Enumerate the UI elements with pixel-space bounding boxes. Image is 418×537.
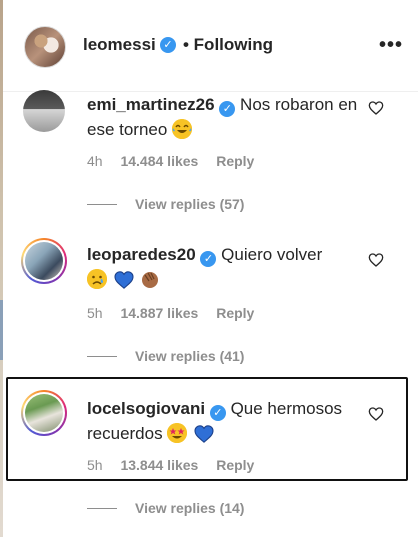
- view-replies[interactable]: View replies (41): [87, 348, 244, 364]
- comment-time: 5h: [87, 457, 103, 473]
- comment-text: locelsogiovani ✓ Que hermosos recuerdos: [87, 396, 357, 446]
- comment-item: leoparedes20 ✓ Quiero volver 5h 14.887 l…: [3, 236, 415, 366]
- comment-likes[interactable]: 14.887 likes: [120, 305, 198, 321]
- view-replies[interactable]: View replies (14): [87, 500, 244, 516]
- comment-username[interactable]: emi_martinez26: [87, 95, 215, 114]
- comment-time: 4h: [87, 153, 103, 169]
- verified-badge-icon: ✓: [209, 405, 226, 421]
- comment-meta: 5h 14.887 likes Reply: [87, 305, 254, 321]
- like-heart-icon[interactable]: [368, 406, 384, 422]
- view-replies[interactable]: View replies (57): [87, 196, 244, 212]
- view-replies-label[interactable]: View replies (57): [135, 196, 244, 212]
- comment-likes[interactable]: 13.844 likes: [120, 457, 198, 473]
- view-replies-label[interactable]: View replies (41): [135, 348, 244, 364]
- comment-text: leoparedes20 ✓ Quiero volver: [87, 242, 387, 292]
- more-options-icon[interactable]: •••: [379, 34, 403, 57]
- comment-likes[interactable]: 14.484 likes: [120, 153, 198, 169]
- sad-face-emoji: [87, 269, 107, 289]
- reply-button[interactable]: Reply: [216, 305, 254, 321]
- commenter-avatar[interactable]: [25, 394, 63, 432]
- commenter-avatar[interactable]: [23, 90, 65, 132]
- view-replies-label[interactable]: View replies (14): [135, 500, 244, 516]
- replies-divider-line: [87, 204, 117, 205]
- blue-heart-emoji: [114, 271, 134, 289]
- commenter-avatar[interactable]: [25, 242, 63, 280]
- comment-meta: 4h 14.484 likes Reply: [87, 153, 254, 169]
- comment-meta: 5h 13.844 likes Reply: [87, 457, 254, 473]
- header-username[interactable]: leomessi: [83, 35, 156, 55]
- blue-heart-emoji: [194, 425, 214, 443]
- comment-body: Quiero volver: [221, 245, 323, 264]
- comment-item: locelsogiovani ✓ Que hermosos recuerdos …: [3, 390, 415, 520]
- like-heart-icon[interactable]: [368, 100, 384, 116]
- profile-avatar[interactable]: [24, 26, 66, 68]
- comment-text: emi_martinez26 ✓ Nos robaron en ese torn…: [87, 92, 387, 142]
- reply-button[interactable]: Reply: [216, 457, 254, 473]
- reply-button[interactable]: Reply: [216, 153, 254, 169]
- comment-username[interactable]: locelsogiovani: [87, 399, 205, 418]
- verified-badge-icon: ✓: [200, 251, 217, 267]
- comment-username[interactable]: leoparedes20: [87, 245, 196, 264]
- following-button[interactable]: • Following: [183, 35, 273, 55]
- verified-badge-icon: ✓: [219, 101, 236, 117]
- post-header: leomessi ✓ • Following •••: [3, 0, 418, 92]
- clapping-hands-emoji: [142, 272, 159, 288]
- laughing-tears-emoji: [172, 119, 193, 139]
- star-struck-emoji: [167, 423, 188, 443]
- replies-divider-line: [87, 508, 117, 509]
- replies-divider-line: [87, 356, 117, 357]
- like-heart-icon[interactable]: [368, 252, 384, 268]
- comment-item: emi_martinez26 ✓ Nos robaron en ese torn…: [3, 90, 415, 222]
- comment-time: 5h: [87, 305, 103, 321]
- verified-badge-icon: ✓: [160, 37, 176, 53]
